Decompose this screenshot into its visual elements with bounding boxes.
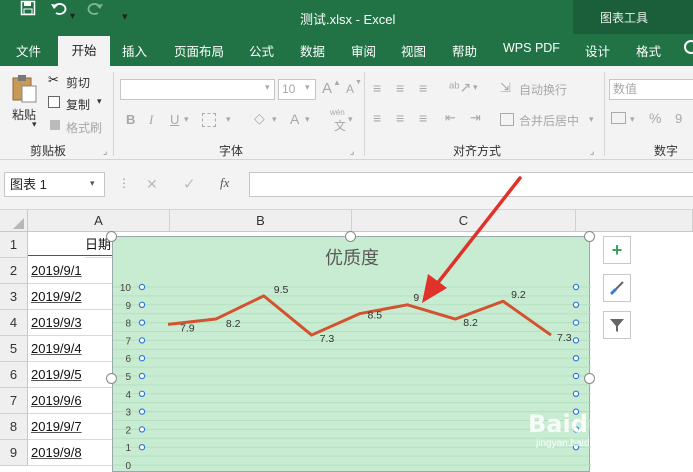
watermark-text: Baidu经验 xyxy=(528,410,653,438)
annotation-arrow xyxy=(422,176,522,303)
watermark-subtext: jingyan.baidu.com xyxy=(536,438,617,449)
arrow-shaft xyxy=(431,176,522,291)
